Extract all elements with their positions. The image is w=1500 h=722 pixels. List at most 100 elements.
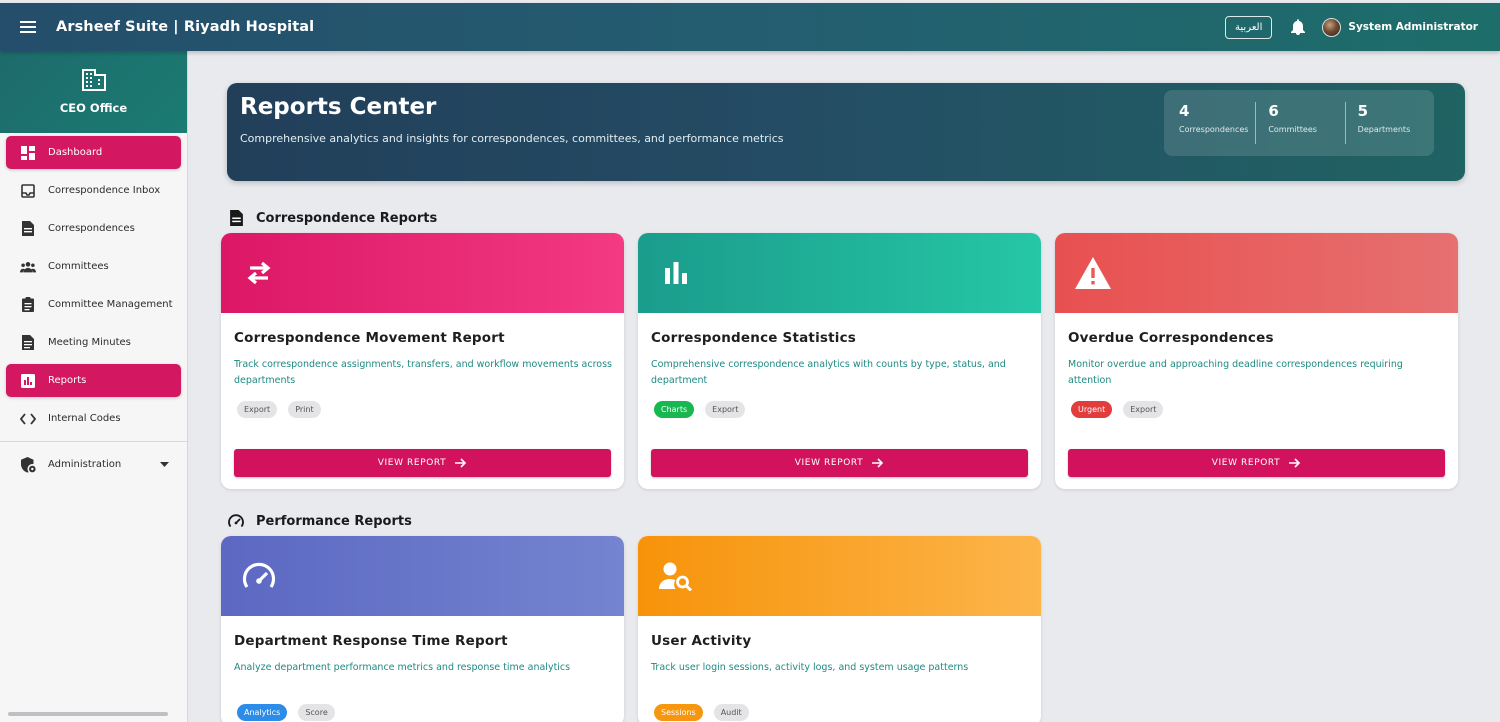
sidebar-divider — [0, 441, 187, 442]
sidebar-item-label: Committees — [48, 261, 109, 272]
stat-value: 6 — [1268, 102, 1279, 120]
sidebar-item-label: Correspondences — [48, 223, 135, 234]
stat-departments: 5 Departments — [1344, 102, 1434, 144]
report-card-department-response-time: Department Response Time Report Analyze … — [221, 536, 624, 722]
user-name[interactable]: System Administrator — [1348, 21, 1478, 33]
language-toggle-button[interactable]: العربية — [1225, 15, 1273, 39]
tag-charts: Charts — [654, 401, 695, 418]
sidebar-nav: Dashboard Correspondence Inbox Correspon… — [0, 133, 187, 481]
org-name: CEO Office — [59, 101, 128, 115]
card-tags: Analytics Score — [237, 704, 346, 721]
sidebar-header: CEO Office — [0, 51, 187, 133]
tag-print: Print — [288, 401, 321, 418]
sidebar-item-dashboard[interactable]: Dashboard — [6, 136, 181, 169]
notifications-bell-icon[interactable] — [1284, 13, 1312, 41]
stat-correspondences: 4 Correspondences — [1164, 102, 1255, 144]
clipboard-icon — [20, 297, 36, 313]
swap-arrows-icon — [241, 255, 277, 291]
stat-label: Departments — [1357, 125, 1411, 134]
document-icon — [20, 221, 36, 237]
stats-panel: 4 Correspondences 6 Committees 5 Departm… — [1164, 90, 1434, 156]
card-banner — [221, 536, 624, 616]
bar-chart-icon — [20, 373, 36, 389]
sidebar-item-committees[interactable]: Committees — [6, 250, 181, 283]
building-icon — [81, 69, 106, 95]
sidebar-item-label: Correspondence Inbox — [48, 185, 161, 196]
tag-sessions: Sessions — [654, 704, 703, 721]
stat-value: 4 — [1179, 102, 1190, 120]
stat-label: Correspondences — [1179, 125, 1249, 134]
sidebar-item-correspondence-inbox[interactable]: Correspondence Inbox — [6, 174, 181, 207]
admin-shield-icon — [20, 456, 36, 473]
stat-label: Committees — [1268, 125, 1317, 134]
card-description: Comprehensive correspondence analytics w… — [651, 359, 1006, 386]
document-icon — [228, 210, 244, 226]
report-card-correspondence-statistics: Correspondence Statistics Comprehensive … — [638, 233, 1041, 489]
card-tags: Charts Export — [654, 401, 756, 418]
section-title-text: Performance Reports — [256, 513, 412, 529]
dashboard-icon — [20, 145, 36, 161]
sidebar: CEO Office Dashboard Correspondence Inbo… — [0, 51, 188, 722]
code-icon — [20, 411, 36, 427]
tag-audit: Audit — [713, 704, 749, 721]
stat-committees: 6 Committees — [1255, 102, 1344, 144]
speedometer-icon — [228, 513, 244, 529]
card-banner — [638, 536, 1041, 616]
card-title: Correspondence Statistics — [651, 330, 857, 346]
card-banner — [638, 233, 1041, 313]
group-icon — [20, 259, 36, 275]
view-report-button[interactable]: VIEW REPORT — [234, 449, 611, 477]
button-label: VIEW REPORT — [1211, 458, 1281, 468]
sidebar-item-label: Reports — [48, 375, 87, 386]
card-banner — [221, 233, 624, 313]
section-title-performance: Performance Reports — [228, 513, 412, 529]
sidebar-item-label: Administration — [48, 459, 122, 470]
sidebar-item-meeting-minutes[interactable]: Meeting Minutes — [6, 326, 181, 359]
top-app-bar: Arsheef Suite | Riyadh Hospital العربية … — [0, 3, 1500, 51]
card-description: Track correspondence assignments, transf… — [234, 359, 613, 386]
sidebar-item-committee-management[interactable]: Committee Management — [6, 288, 181, 321]
tag-urgent: Urgent — [1071, 401, 1113, 418]
button-label: VIEW REPORT — [794, 458, 864, 468]
report-card-user-activity: User Activity Track user login sessions,… — [638, 536, 1041, 722]
tag-score: Score — [298, 704, 335, 721]
user-avatar[interactable] — [1322, 17, 1342, 37]
sidebar-item-reports[interactable]: Reports — [6, 364, 181, 397]
sidebar-item-label: Meeting Minutes — [48, 337, 131, 348]
card-title: User Activity — [651, 633, 752, 649]
reports-hero-banner: Reports Center Comprehensive analytics a… — [227, 83, 1465, 181]
tag-analytics: Analytics — [237, 704, 288, 721]
card-title: Correspondence Movement Report — [234, 330, 505, 346]
card-description: Analyze department performance metrics a… — [234, 662, 571, 673]
speedometer-icon — [241, 558, 277, 594]
notes-icon — [20, 335, 36, 351]
report-card-overdue-correspondences: Overdue Correspondences Monitor overdue … — [1055, 233, 1458, 489]
sidebar-item-correspondences[interactable]: Correspondences — [6, 212, 181, 245]
sidebar-scrollbar[interactable] — [8, 712, 168, 716]
warning-icon — [1075, 255, 1111, 291]
view-report-button[interactable]: VIEW REPORT — [651, 449, 1028, 477]
card-banner — [1055, 233, 1458, 313]
sidebar-item-internal-codes[interactable]: Internal Codes — [6, 402, 181, 435]
sidebar-item-administration[interactable]: Administration — [6, 448, 181, 481]
chevron-down-icon — [160, 459, 169, 470]
tag-export: Export — [1123, 401, 1164, 418]
card-tags: Export Print — [237, 401, 332, 418]
tag-export: Export — [237, 401, 278, 418]
page-title: Reports Center — [240, 94, 437, 120]
section-title-correspondence: Correspondence Reports — [228, 210, 437, 226]
button-label: VIEW REPORT — [377, 458, 447, 468]
arrow-right-icon — [1289, 458, 1301, 468]
card-title: Department Response Time Report — [234, 633, 508, 649]
sidebar-item-label: Internal Codes — [48, 413, 121, 424]
sidebar-item-label: Dashboard — [48, 147, 103, 158]
sidebar-item-label: Committee Management — [48, 299, 173, 310]
arrow-right-icon — [455, 458, 467, 468]
page-subtitle: Comprehensive analytics and insights for… — [240, 132, 784, 145]
stat-value: 5 — [1357, 102, 1369, 120]
view-report-button[interactable]: VIEW REPORT — [1068, 449, 1445, 477]
menu-icon[interactable] — [0, 3, 56, 51]
card-title: Overdue Correspondences — [1068, 330, 1274, 346]
bar-chart-icon — [658, 255, 694, 291]
inbox-icon — [20, 183, 36, 199]
